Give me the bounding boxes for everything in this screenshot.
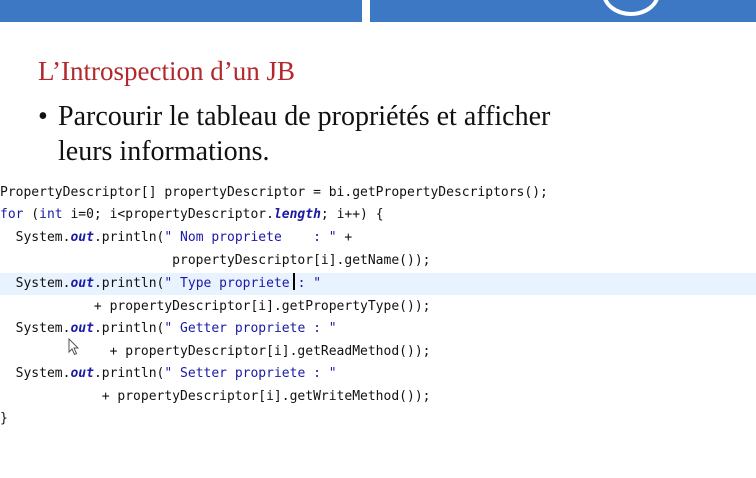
code-line-5-current[interactable]: System.out.println(" Type propriete : "	[0, 273, 756, 295]
field-out: out	[70, 366, 94, 381]
field-out: out	[70, 321, 94, 336]
code-line-10: + propertyDescriptor[i].getWriteMethod()…	[0, 389, 431, 404]
string-literal: : "	[297, 276, 322, 291]
code-text: System.	[0, 366, 71, 381]
code-line-2: for (int i=0; i<propertyDescriptor.lengt…	[0, 204, 756, 226]
code-text: i=0; i<propertyDescriptor.	[62, 207, 274, 222]
code-line-1: PropertyDescriptor[] propertyDescriptor …	[0, 185, 548, 200]
code-text: (	[23, 207, 40, 222]
code-text: .println(	[93, 321, 165, 336]
code-line-4: propertyDescriptor[i].getName());	[0, 253, 431, 268]
code-line-11: }	[0, 411, 8, 426]
field-length: length	[273, 207, 321, 222]
keyword-int: int	[39, 207, 63, 222]
string-literal: " Nom propriete : "	[164, 230, 337, 245]
code-line-7: System.out.println(" Getter propriete : …	[0, 318, 756, 340]
bullet-text-line-1: Parcourir le tableau de propriétés et af…	[58, 101, 551, 132]
mouse-pointer-icon	[68, 338, 80, 356]
code-text: .println(	[93, 276, 165, 291]
code-text: +	[336, 230, 353, 245]
code-text: System.	[0, 230, 71, 245]
string-literal: " Type propriete	[164, 276, 290, 291]
code-line-9: System.out.println(" Setter propriete : …	[0, 363, 756, 385]
slide-title: L’Introspection d’un JB	[38, 56, 295, 86]
bullet-dot: •	[38, 101, 48, 132]
code-text: .println(	[93, 230, 165, 245]
string-literal: " Setter propriete : "	[164, 366, 337, 381]
code-line-8: + propertyDescriptor[i].getReadMethod())…	[0, 344, 431, 359]
code-text: ; i++) {	[320, 207, 384, 222]
keyword-for: for	[0, 207, 24, 222]
code-text: System.	[0, 321, 71, 336]
code-text: System.	[0, 276, 71, 291]
bullet-text-line-2: leurs informations.	[58, 136, 270, 167]
header-bar-right	[370, 0, 756, 22]
code-text: .println(	[93, 366, 165, 381]
text-caret	[292, 273, 295, 290]
field-out: out	[70, 276, 94, 291]
field-out: out	[70, 230, 94, 245]
code-line-6: + propertyDescriptor[i].getPropertyType(…	[0, 299, 431, 314]
string-literal: " Getter propriete : "	[164, 321, 337, 336]
header-bar-left	[0, 0, 362, 22]
code-line-3: System.out.println(" Nom propriete : " +	[0, 227, 756, 249]
